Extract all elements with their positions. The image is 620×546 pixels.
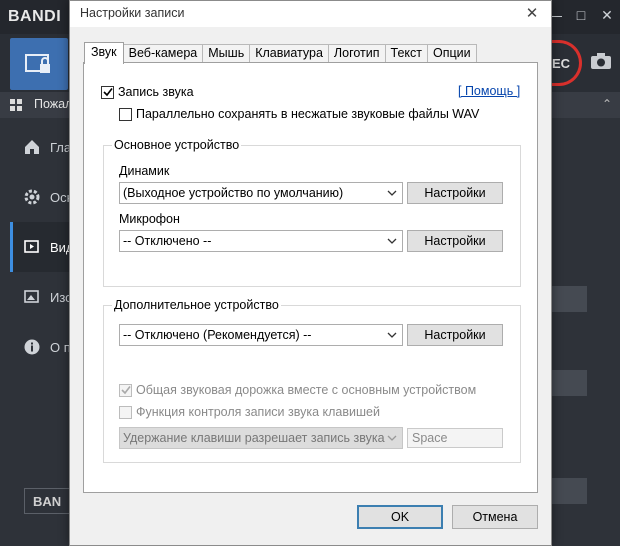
record-label: EC xyxy=(552,55,571,71)
tab-options[interactable]: Опции xyxy=(427,44,477,63)
hotkey-mode-value: Удержание клавиши разрешает запись звука xyxy=(123,431,385,445)
background-window-controls: — □ ✕ xyxy=(542,0,620,30)
info-icon xyxy=(22,337,42,357)
secondary-device-settings-button[interactable]: Настройки xyxy=(407,324,503,346)
hotkey-control-checkbox[interactable] xyxy=(119,405,132,419)
background-bar xyxy=(552,478,587,504)
hotkey-mode-select[interactable]: Удержание клавиши разрешает запись звука xyxy=(119,427,403,449)
background-bar xyxy=(552,286,587,312)
grid-icon[interactable] xyxy=(10,99,22,111)
chevron-down-icon xyxy=(387,435,397,441)
hotkey-control-label[interactable]: Функция контроля записи звука клавишей xyxy=(136,405,380,419)
chevron-down-icon xyxy=(387,332,397,338)
image-gear-icon xyxy=(22,287,42,307)
secondary-device-select-value: -- Отключено (Рекомендуется) -- xyxy=(123,328,312,342)
dialog-title: Настройки записи xyxy=(80,6,185,20)
background-right-panel xyxy=(552,120,620,540)
secondary-device-group: Дополнительное устройство -- Отключено (… xyxy=(103,298,521,463)
record-sound-checkbox[interactable] xyxy=(101,85,114,99)
sidebar-item-label: Осн xyxy=(50,189,70,205)
settings-tabs: Звук Веб-камера Мышь Клавиатура Логотип … xyxy=(84,42,477,64)
background-bar xyxy=(552,370,587,396)
mix-track-label[interactable]: Общая звуковая дорожка вместе с основным… xyxy=(136,383,476,397)
dialog-titlebar[interactable]: Настройки записи ✕ xyxy=(70,1,551,27)
menu-label[interactable]: Пожал xyxy=(34,97,72,111)
cancel-button[interactable]: Отмена xyxy=(452,505,538,529)
speaker-label: Динамик xyxy=(119,164,170,178)
sidebar-item-image[interactable]: Изо xyxy=(0,272,70,322)
background-app-logo: BANDI xyxy=(8,8,62,25)
secondary-device-title: Дополнительное устройство xyxy=(112,298,281,312)
help-link[interactable]: [ Помощь ] xyxy=(458,84,520,98)
tab-webcam[interactable]: Веб-камера xyxy=(122,44,204,63)
close-icon[interactable]: ✕ xyxy=(594,0,620,30)
gear-icon xyxy=(22,187,42,207)
tab-keyboard[interactable]: Клавиатура xyxy=(249,44,329,63)
save-wav-row: Параллельно сохранять в несжатые звуковы… xyxy=(119,107,479,121)
save-wav-checkbox[interactable] xyxy=(119,107,132,121)
screen-mode-button[interactable] xyxy=(10,38,68,90)
maximize-icon[interactable]: □ xyxy=(568,0,594,30)
sidebar-item-video[interactable]: Вид xyxy=(10,222,70,272)
sidebar-item-label: Глав xyxy=(50,139,70,155)
microphone-label: Микрофон xyxy=(119,212,180,226)
sidebar-item-label: Изо xyxy=(50,289,70,305)
tab-logo[interactable]: Логотип xyxy=(327,44,386,63)
speaker-select-value: (Выходное устройство по умолчанию) xyxy=(123,186,344,200)
hotkey-key-field[interactable]: Space xyxy=(407,428,503,448)
primary-device-group: Основное устройство Динамик (Выходное ус… xyxy=(103,138,521,287)
checkmark-icon xyxy=(102,88,113,97)
primary-device-title: Основное устройство xyxy=(112,138,242,152)
microphone-settings-button[interactable]: Настройки xyxy=(407,230,503,252)
tab-text[interactable]: Текст xyxy=(384,44,428,63)
chevron-down-icon xyxy=(387,190,397,196)
camera-icon[interactable] xyxy=(590,52,612,70)
sidebar-item-label: Вид xyxy=(50,239,70,255)
secondary-device-select[interactable]: -- Отключено (Рекомендуется) -- xyxy=(119,324,403,346)
record-settings-dialog: Настройки записи ✕ Звук Веб-камера Мышь … xyxy=(69,0,552,546)
mix-track-checkbox[interactable] xyxy=(119,383,132,397)
chevron-up-icon[interactable]: ⌃ xyxy=(602,97,612,111)
record-sound-label[interactable]: Запись звука xyxy=(118,85,194,99)
tab-sound[interactable]: Звук xyxy=(84,42,124,64)
save-wav-label[interactable]: Параллельно сохранять в несжатые звуковы… xyxy=(136,107,479,121)
tab-mouse[interactable]: Мышь xyxy=(202,44,251,63)
sound-tab-panel: Запись звука [ Помощь ] Параллельно сохр… xyxy=(83,62,538,493)
ok-button[interactable]: OK xyxy=(357,505,443,529)
sidebar-item-home[interactable]: Глав xyxy=(0,122,70,172)
mix-track-row: Общая звуковая дорожка вместе с основным… xyxy=(119,383,476,397)
microphone-select[interactable]: -- Отключено -- xyxy=(119,230,403,252)
video-gear-icon xyxy=(22,237,42,257)
dialog-close-icon[interactable]: ✕ xyxy=(517,1,547,25)
record-sound-row: Запись звука xyxy=(101,85,194,99)
microphone-select-value: -- Отключено -- xyxy=(123,234,212,248)
speaker-select[interactable]: (Выходное устройство по умолчанию) xyxy=(119,182,403,204)
sidebar-item-general[interactable]: Осн xyxy=(0,172,70,222)
sidebar-item-about[interactable]: О пр xyxy=(0,322,70,372)
hotkey-control-row: Функция контроля записи звука клавишей xyxy=(119,405,380,419)
background-sidebar: Глав Осн Вид Изо О пр xyxy=(0,118,70,538)
home-icon xyxy=(22,137,42,157)
speaker-settings-button[interactable]: Настройки xyxy=(407,182,503,204)
sidebar-item-label: О пр xyxy=(50,339,70,355)
chevron-down-icon xyxy=(387,238,397,244)
checkmark-icon xyxy=(120,386,131,395)
screen-lock-icon xyxy=(25,54,50,73)
